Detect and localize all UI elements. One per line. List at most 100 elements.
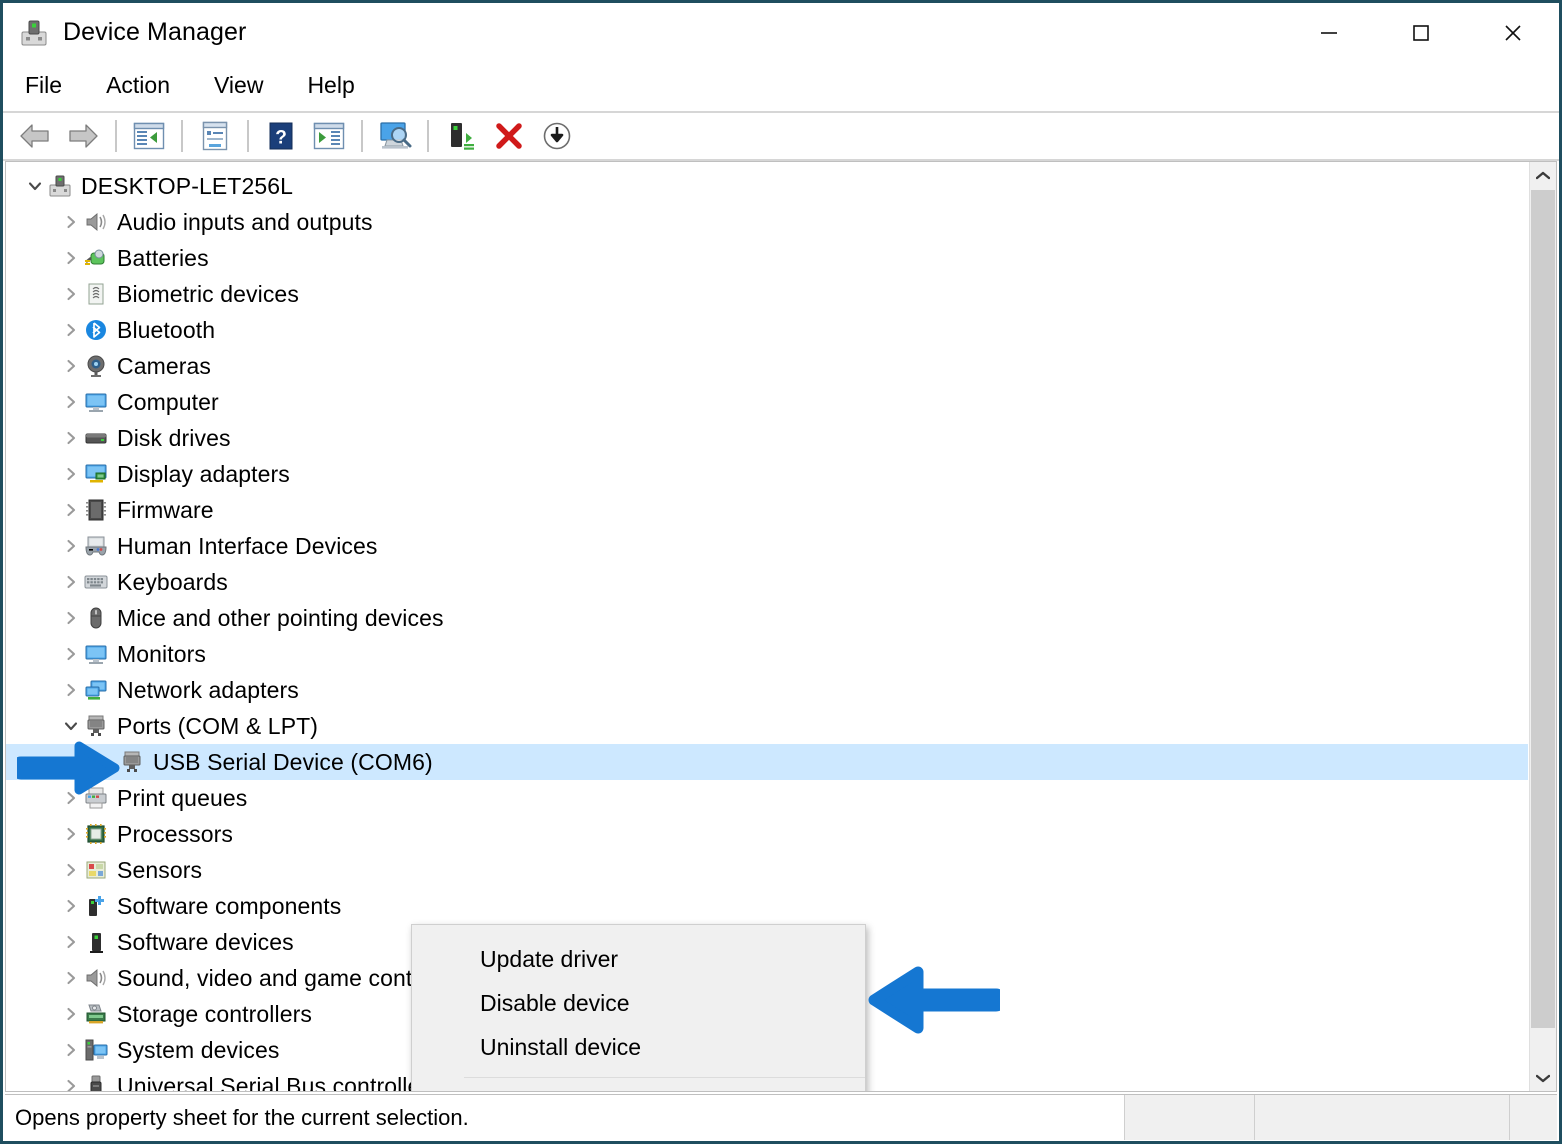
tree-item-label: Sensors (117, 856, 203, 883)
chevron-down-icon[interactable] (22, 178, 48, 194)
scroll-up-button[interactable] (1530, 162, 1556, 189)
menu-help[interactable]: Help (307, 68, 372, 105)
menu-bar: File Action View Help (3, 62, 1559, 111)
scrollbar-thumb[interactable] (1531, 190, 1555, 1028)
toolbar-separator-3 (247, 120, 249, 152)
fingerprint-icon (84, 282, 108, 306)
tree-item-label: Display adapters (117, 460, 290, 487)
mouse-icon (84, 606, 108, 630)
toolbar-separator-5 (427, 120, 429, 152)
network-adapter-icon (84, 678, 108, 702)
chevron-right-icon[interactable] (58, 898, 84, 914)
tree-item-label: Bluetooth (117, 316, 216, 343)
chevron-right-icon[interactable] (58, 286, 84, 302)
uninstall-device-icon[interactable] (485, 115, 533, 157)
tree-item[interactable]: Human Interface Devices (6, 528, 1528, 564)
minimize-button[interactable] (1283, 3, 1375, 62)
tree-item[interactable]: DESKTOP-LET256L (6, 168, 1528, 204)
tree-item[interactable]: Bluetooth (6, 312, 1528, 348)
scan-for-hardware-changes-icon[interactable] (371, 115, 419, 157)
tree-item[interactable]: Firmware (6, 492, 1528, 528)
chevron-right-icon[interactable] (58, 1078, 84, 1091)
back-icon[interactable] (11, 115, 59, 157)
forward-icon[interactable] (59, 115, 107, 157)
tree-item[interactable]: Mice and other pointing devices (6, 600, 1528, 636)
chevron-right-icon[interactable] (58, 358, 84, 374)
tree-item[interactable]: Audio inputs and outputs (6, 204, 1528, 240)
disable-device-icon[interactable] (533, 115, 581, 157)
tree-item[interactable]: Batteries (6, 240, 1528, 276)
chevron-right-icon[interactable] (58, 1042, 84, 1058)
update-driver-icon[interactable] (437, 115, 485, 157)
show-hide-action-pane-icon[interactable] (305, 115, 353, 157)
menu-action[interactable]: Action (106, 68, 188, 105)
tree-item[interactable]: Sensors (6, 852, 1528, 888)
tree-item[interactable]: Cameras (6, 348, 1528, 384)
close-button[interactable] (1467, 3, 1559, 62)
status-bar: Opens property sheet for the current sel… (5, 1094, 1557, 1140)
chevron-right-icon[interactable] (58, 214, 84, 230)
chevron-right-icon[interactable] (58, 394, 84, 410)
tree-item-label: USB Serial Device (COM6) (153, 748, 433, 775)
chevron-right-icon[interactable] (58, 934, 84, 950)
sensor-icon (84, 858, 108, 882)
menu-file[interactable]: File (25, 68, 80, 105)
camera-icon (84, 354, 108, 378)
chevron-right-icon[interactable] (58, 430, 84, 446)
show-hide-console-tree-icon[interactable] (125, 115, 173, 157)
tree-item-label: Print queues (117, 784, 248, 811)
chevron-right-icon[interactable] (58, 538, 84, 554)
context-menu-item-uninstall-device[interactable]: Uninstall device (412, 1025, 865, 1069)
chevron-right-icon[interactable] (58, 502, 84, 518)
tree-item[interactable]: Keyboards (6, 564, 1528, 600)
chevron-right-icon[interactable] (58, 826, 84, 842)
chevron-right-icon[interactable] (58, 646, 84, 662)
tree-item[interactable]: Biometric devices (6, 276, 1528, 312)
properties-icon[interactable] (191, 115, 239, 157)
context-menu[interactable]: Update driver Disable device Uninstall d… (411, 924, 866, 1091)
window-title: Device Manager (63, 18, 247, 46)
context-menu-item-disable-device[interactable]: Disable device (412, 981, 865, 1025)
chevron-right-icon[interactable] (58, 322, 84, 338)
chevron-right-icon[interactable] (58, 574, 84, 590)
tree-item[interactable]: Processors (6, 816, 1528, 852)
context-menu-item-scan-for-hardware-changes[interactable]: Scan for hardware changes (412, 1086, 865, 1091)
chevron-right-icon[interactable] (58, 250, 84, 266)
processor-icon (84, 822, 108, 846)
tree-item[interactable]: Computer (6, 384, 1528, 420)
chevron-right-icon[interactable] (58, 970, 84, 986)
svg-text:?: ? (275, 128, 287, 149)
tree-item-label: Batteries (117, 244, 209, 271)
firmware-chip-icon (84, 498, 108, 522)
chevron-right-icon[interactable] (58, 466, 84, 482)
tree-item[interactable]: USB Serial Device (COM6) (6, 744, 1528, 780)
status-bar-pane-2 (1125, 1095, 1255, 1140)
tree-item[interactable]: Print queues (6, 780, 1528, 816)
vertical-scrollbar[interactable] (1529, 162, 1556, 1091)
bluetooth-icon (84, 318, 108, 342)
scroll-down-button[interactable] (1530, 1064, 1556, 1091)
chevron-right-icon[interactable] (58, 1006, 84, 1022)
chevron-right-icon[interactable] (58, 790, 84, 806)
chevron-right-icon[interactable] (58, 682, 84, 698)
tree-item[interactable]: Ports (COM & LPT) (6, 708, 1528, 744)
tree-item-label: Monitors (117, 640, 206, 667)
help-icon[interactable]: ? (257, 115, 305, 157)
maximize-button[interactable] (1375, 3, 1467, 62)
chevron-right-icon[interactable] (58, 862, 84, 878)
context-menu-item-update-driver[interactable]: Update driver (412, 937, 865, 981)
chevron-right-icon[interactable] (58, 610, 84, 626)
tree-item[interactable]: Network adapters (6, 672, 1528, 708)
software-device-icon (84, 930, 108, 954)
tree-item-label: Keyboards (117, 568, 228, 595)
chevron-down-icon[interactable] (58, 718, 84, 734)
tree-item[interactable]: Display adapters (6, 456, 1528, 492)
tree-item[interactable]: Disk drives (6, 420, 1528, 456)
menu-view[interactable]: View (214, 68, 281, 105)
tree-item-label: System devices (117, 1036, 280, 1063)
status-bar-pane-4 (1510, 1095, 1557, 1140)
system-device-icon (84, 1038, 108, 1062)
tree-item[interactable]: Software components (6, 888, 1528, 924)
monitor-icon (84, 390, 108, 414)
tree-item[interactable]: Monitors (6, 636, 1528, 672)
